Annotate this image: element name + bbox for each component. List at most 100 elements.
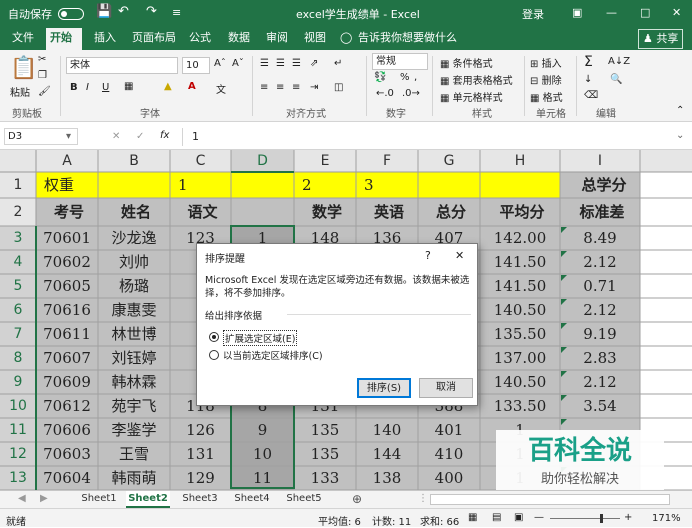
expand-selection-label[interactable]: 扩展选定区域(E) — [223, 330, 298, 346]
cell-I3[interactable]: 8.49 — [562, 226, 638, 250]
sheet-tab-1[interactable]: Sheet1 — [78, 491, 120, 508]
font-name-select[interactable]: 宋体 — [66, 57, 178, 74]
cell-H2[interactable]: 平均分 — [486, 198, 558, 226]
cell-C12[interactable]: 131 — [172, 442, 229, 466]
column-header-C[interactable]: C — [170, 150, 231, 172]
cell-F13[interactable]: 138 — [358, 466, 416, 490]
cell-G12[interactable]: 410 — [420, 442, 478, 466]
minimize-icon[interactable]: — — [606, 6, 617, 19]
border-icon[interactable]: ▦ — [124, 81, 133, 92]
tab-page-layout[interactable]: 页面布局 — [128, 28, 180, 50]
cell-G2[interactable]: 总分 — [424, 198, 478, 226]
sheet-tab-3[interactable]: Sheet3 — [178, 491, 222, 508]
cell-H4[interactable]: 141.50 — [482, 250, 558, 274]
close-window-icon[interactable]: ✕ — [672, 6, 681, 19]
insert-function-icon[interactable]: fx — [160, 130, 169, 141]
cell-I9[interactable]: 2.12 — [562, 370, 638, 394]
cell-H7[interactable]: 135.50 — [482, 322, 558, 346]
insert-cells-button[interactable]: ⊞ 插入 — [530, 55, 562, 70]
cell-E11[interactable]: 135 — [296, 418, 354, 442]
redo-icon[interactable]: ↷ — [146, 4, 157, 19]
row-header-11[interactable]: 11 — [0, 418, 36, 442]
wrap-text-icon[interactable]: ↵ — [334, 58, 342, 69]
tab-home[interactable]: 开始 — [46, 28, 82, 50]
align-bottom-icon[interactable]: ☰ — [292, 58, 301, 69]
expand-selection-radio[interactable] — [209, 332, 219, 342]
paste-label[interactable]: 粘贴 — [10, 84, 30, 99]
cell-F12[interactable]: 144 — [358, 442, 416, 466]
add-sheet-icon[interactable]: ⊕ — [352, 492, 362, 506]
number-format-select[interactable]: 常规 — [372, 53, 428, 70]
fill-icon[interactable]: ↓ — [584, 74, 592, 85]
font-size-select[interactable]: 10 — [182, 57, 210, 74]
tab-view[interactable]: 视图 — [300, 28, 330, 50]
cell-A4[interactable]: 70602 — [38, 250, 96, 274]
percent-icon[interactable]: % — [400, 72, 410, 83]
autosum-icon[interactable]: Σ — [584, 54, 593, 70]
cell-E1[interactable]: 2 — [302, 172, 356, 198]
sort-button[interactable]: 排序(S) — [357, 378, 411, 398]
column-header-B[interactable]: B — [98, 150, 170, 172]
cut-icon[interactable]: ✂ — [38, 54, 46, 65]
cell-D12[interactable]: 10 — [233, 442, 292, 466]
decrease-decimal-icon[interactable]: .0→ — [402, 88, 420, 99]
clear-icon[interactable]: ⌫ — [584, 90, 598, 101]
cell-F1[interactable]: 3 — [364, 172, 418, 198]
zoom-slider-thumb[interactable] — [600, 514, 603, 523]
cell-I2[interactable]: 标准差 — [566, 198, 638, 226]
cell-A9[interactable]: 70609 — [38, 370, 96, 394]
cell-B9[interactable]: 韩林霖 — [100, 370, 168, 394]
collapse-ribbon-icon[interactable]: ⌃ — [676, 105, 684, 116]
cell-A6[interactable]: 70616 — [38, 298, 96, 322]
sheet-tab-2[interactable]: Sheet2 — [126, 491, 170, 508]
name-box-dropdown-icon[interactable]: ▾ — [66, 131, 71, 142]
format-painter-icon[interactable]: 🖌 — [38, 86, 51, 97]
row-header-7[interactable]: 7 — [0, 322, 36, 346]
sort-filter-icon[interactable]: A↓Z — [608, 56, 630, 67]
row-header-4[interactable]: 4 — [0, 250, 36, 274]
row-header-13[interactable]: 13 — [0, 466, 36, 490]
tell-me-search[interactable]: 告诉我你想要做什么 — [354, 28, 461, 50]
row-header-12[interactable]: 12 — [0, 442, 36, 466]
cell-A13[interactable]: 70604 — [38, 466, 96, 490]
increase-font-icon[interactable]: Aˆ — [214, 58, 226, 69]
cell-A10[interactable]: 70612 — [38, 394, 96, 418]
tab-file[interactable]: 文件 — [8, 28, 38, 50]
cell-A12[interactable]: 70603 — [38, 442, 96, 466]
comma-icon[interactable]: , — [414, 72, 417, 83]
decrease-font-icon[interactable]: Aˇ — [232, 58, 244, 69]
cell-B5[interactable]: 杨璐 — [100, 274, 168, 298]
align-middle-icon[interactable]: ☰ — [276, 58, 285, 69]
cell-A1[interactable]: 权重 — [44, 172, 98, 198]
page-layout-view-icon[interactable]: ▤ — [492, 512, 501, 523]
format-cells-button[interactable]: ▦ 格式 — [530, 89, 563, 104]
cell-I7[interactable]: 9.19 — [562, 322, 638, 346]
paste-icon[interactable]: 📋 — [10, 56, 37, 81]
cell-A5[interactable]: 70605 — [38, 274, 96, 298]
row-header-6[interactable]: 6 — [0, 298, 36, 322]
cell-C13[interactable]: 129 — [172, 466, 229, 490]
normal-view-icon[interactable]: ▦ — [468, 512, 477, 523]
sheet-tab-5[interactable]: Sheet5 — [282, 491, 326, 508]
cell-D13[interactable]: 11 — [233, 466, 292, 490]
cell-A7[interactable]: 70611 — [38, 322, 96, 346]
cell-E13[interactable]: 133 — [296, 466, 354, 490]
cell-B11[interactable]: 李鉴学 — [100, 418, 168, 442]
column-header-G[interactable]: G — [418, 150, 480, 172]
align-center-icon[interactable]: ≡ — [276, 82, 284, 93]
cell-B10[interactable]: 苑宇飞 — [100, 394, 168, 418]
font-color-icon[interactable]: A — [188, 81, 196, 92]
prev-sheet-icon[interactable]: ◀ — [18, 493, 26, 504]
row-header-2[interactable]: 2 — [0, 198, 36, 226]
cell-H8[interactable]: 137.00 — [482, 346, 558, 370]
cell-B8[interactable]: 刘钰婷 — [100, 346, 168, 370]
increase-decimal-icon[interactable]: ←.0 — [376, 88, 394, 99]
conditional-format-button[interactable]: ▦ 条件格式 — [440, 55, 493, 70]
cell-B2[interactable]: 姓名 — [104, 198, 168, 226]
cell-H9[interactable]: 140.50 — [482, 370, 558, 394]
column-header-A[interactable]: A — [36, 150, 98, 172]
cell-B3[interactable]: 沙龙逸 — [100, 226, 168, 250]
page-break-view-icon[interactable]: ▣ — [514, 512, 523, 523]
cell-I1[interactable]: 总学分 — [568, 172, 640, 198]
orientation-icon[interactable]: ⇗ — [310, 58, 318, 69]
